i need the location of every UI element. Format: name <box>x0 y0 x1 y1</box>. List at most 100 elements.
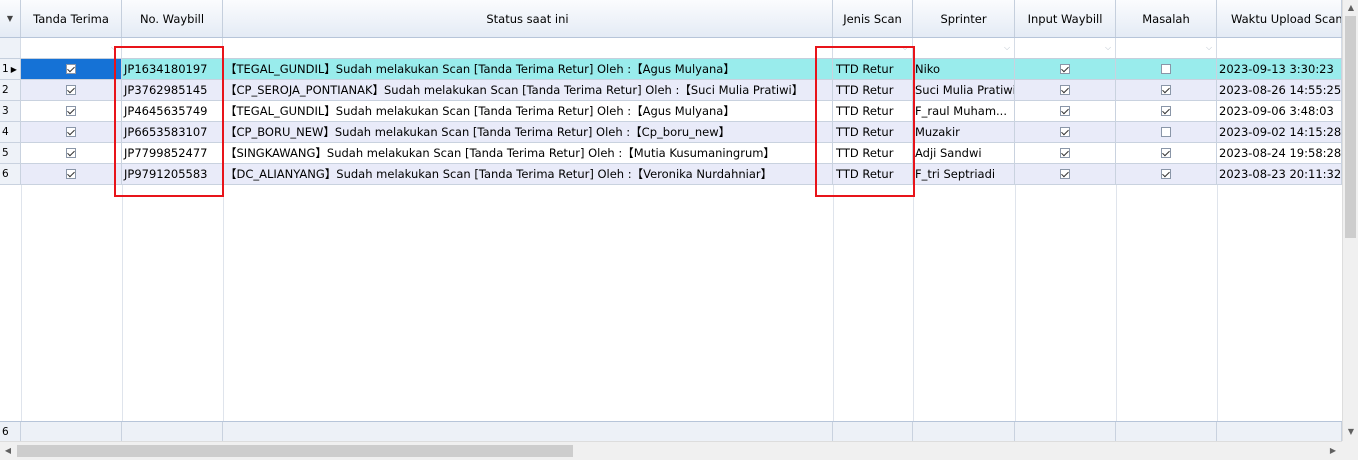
input-waybill-checkbox[interactable] <box>1060 64 1070 74</box>
header-status[interactable]: Status saat ini <box>223 0 833 37</box>
chevron-down-icon[interactable]: ⌵ <box>109 41 119 54</box>
masalah-checkbox[interactable] <box>1161 169 1171 179</box>
row-indicator[interactable]: 4 <box>0 122 21 143</box>
scroll-up-icon[interactable]: ▲ <box>1343 1 1358 15</box>
masalah-checkbox[interactable] <box>1161 127 1171 137</box>
filter-status[interactable] <box>223 38 833 58</box>
header-waktu-upload[interactable]: Waktu Upload Scan <box>1217 0 1342 37</box>
table-row[interactable]: 6 JP9791205583 【DC_ALIANYANG】Sudah melak… <box>0 164 1342 185</box>
input-waybill-checkbox[interactable] <box>1060 106 1070 116</box>
header-no-waybill[interactable]: No. Waybill <box>122 0 223 37</box>
filter-jenis-scan[interactable]: ⌵ <box>833 38 913 58</box>
input-waybill-checkbox[interactable] <box>1060 148 1070 158</box>
header-input-waybill[interactable]: Input Waybill <box>1015 0 1116 37</box>
cell-input-waybill[interactable] <box>1015 164 1116 185</box>
cell-status[interactable]: 【TEGAL_GUNDIL】Sudah melakukan Scan [Tand… <box>223 59 833 80</box>
tanda-terima-checkbox[interactable] <box>66 169 76 179</box>
scroll-down-icon[interactable]: ▼ <box>1343 425 1358 439</box>
cell-jenis-scan[interactable]: TTD Retur <box>833 143 913 164</box>
cell-waktu-upload[interactable]: 2023-09-02 14:15:28 <box>1217 122 1342 143</box>
cell-sprinter[interactable]: F_raul Muham... <box>913 101 1015 122</box>
row-indicator[interactable]: 2 <box>0 80 21 101</box>
cell-status[interactable]: 【CP_SEROJA_PONTIANAK】Sudah melakukan Sca… <box>223 80 833 101</box>
cell-tanda-terima[interactable] <box>21 164 122 185</box>
cell-input-waybill[interactable] <box>1015 143 1116 164</box>
cell-status[interactable]: 【CP_BORU_NEW】Sudah melakukan Scan [Tanda… <box>223 122 833 143</box>
cell-tanda-terima[interactable] <box>21 59 122 80</box>
tanda-terima-checkbox[interactable] <box>66 64 76 74</box>
cell-masalah[interactable] <box>1116 164 1217 185</box>
input-waybill-checkbox[interactable] <box>1060 127 1070 137</box>
row-indicator[interactable]: 1 ▶ <box>0 59 21 80</box>
cell-sprinter[interactable]: Suci Mulia Pratiwi <box>913 80 1015 101</box>
cell-no-waybill[interactable]: JP3762985145 <box>122 80 223 101</box>
column-chooser-button[interactable]: ▼ <box>0 0 21 37</box>
filter-masalah[interactable]: ⌵ <box>1116 38 1217 58</box>
row-indicator[interactable]: 3 <box>0 101 21 122</box>
cell-tanda-terima[interactable] <box>21 80 122 101</box>
chevron-down-icon[interactable]: ⌵ <box>1204 41 1214 54</box>
cell-input-waybill[interactable] <box>1015 80 1116 101</box>
horizontal-scrollbar[interactable]: ◀ ▶ <box>0 441 1342 460</box>
horizontal-scroll-thumb[interactable] <box>17 445 573 457</box>
table-row[interactable]: 3 JP4645635749 【TEGAL_GUNDIL】Sudah melak… <box>0 101 1342 122</box>
masalah-checkbox[interactable] <box>1161 64 1171 74</box>
cell-waktu-upload[interactable]: 2023-09-06 3:48:03 <box>1217 101 1342 122</box>
cell-sprinter[interactable]: F_tri Septriadi <box>913 164 1015 185</box>
header-sprinter[interactable]: Sprinter <box>913 0 1015 37</box>
chevron-down-icon[interactable]: ⌵ <box>900 41 910 54</box>
chevron-down-icon[interactable]: ⌵ <box>1002 41 1012 54</box>
tanda-terima-checkbox[interactable] <box>66 85 76 95</box>
cell-sprinter[interactable]: Adji Sandwi <box>913 143 1015 164</box>
cell-masalah[interactable] <box>1116 143 1217 164</box>
header-masalah[interactable]: Masalah <box>1116 0 1217 37</box>
scroll-left-icon[interactable]: ◀ <box>0 442 16 460</box>
cell-sprinter[interactable]: Niko <box>913 59 1015 80</box>
row-indicator[interactable]: 5 <box>0 143 21 164</box>
table-row[interactable]: 4 JP6653583107 【CP_BORU_NEW】Sudah melaku… <box>0 122 1342 143</box>
masalah-checkbox[interactable] <box>1161 85 1171 95</box>
cell-status[interactable]: 【TEGAL_GUNDIL】Sudah melakukan Scan [Tand… <box>223 101 833 122</box>
cell-tanda-terima[interactable] <box>21 143 122 164</box>
row-indicator[interactable]: 6 <box>0 164 21 185</box>
input-waybill-checkbox[interactable] <box>1060 169 1070 179</box>
filter-no-waybill[interactable] <box>122 38 223 58</box>
chevron-down-icon[interactable]: ⌵ <box>1103 41 1113 54</box>
cell-masalah[interactable] <box>1116 80 1217 101</box>
cell-status[interactable]: 【SINGKAWANG】Sudah melakukan Scan [Tanda … <box>223 143 833 164</box>
cell-input-waybill[interactable] <box>1015 59 1116 80</box>
cell-no-waybill[interactable]: JP4645635749 <box>122 101 223 122</box>
cell-waktu-upload[interactable]: 2023-08-23 20:11:32 <box>1217 164 1342 185</box>
cell-masalah[interactable] <box>1116 122 1217 143</box>
cell-masalah[interactable] <box>1116 59 1217 80</box>
filter-sprinter[interactable]: ⌵ <box>913 38 1015 58</box>
cell-sprinter[interactable]: Muzakir <box>913 122 1015 143</box>
filter-waktu-upload[interactable] <box>1217 38 1342 58</box>
cell-no-waybill[interactable]: JP6653583107 <box>122 122 223 143</box>
cell-jenis-scan[interactable]: TTD Retur <box>833 164 913 185</box>
cell-jenis-scan[interactable]: TTD Retur <box>833 59 913 80</box>
cell-status[interactable]: 【DC_ALIANYANG】Sudah melakukan Scan [Tand… <box>223 164 833 185</box>
cell-jenis-scan[interactable]: TTD Retur <box>833 122 913 143</box>
masalah-checkbox[interactable] <box>1161 148 1171 158</box>
masalah-checkbox[interactable] <box>1161 106 1171 116</box>
filter-input-waybill[interactable]: ⌵ <box>1015 38 1116 58</box>
cell-waktu-upload[interactable]: 2023-09-13 3:30:23 <box>1217 59 1342 80</box>
header-jenis-scan[interactable]: Jenis Scan <box>833 0 913 37</box>
header-tanda-terima[interactable]: Tanda Terima <box>21 0 122 37</box>
tanda-terima-checkbox[interactable] <box>66 148 76 158</box>
table-row[interactable]: 2 JP3762985145 【CP_SEROJA_PONTIANAK】Suda… <box>0 80 1342 101</box>
tanda-terima-checkbox[interactable] <box>66 106 76 116</box>
cell-tanda-terima[interactable] <box>21 122 122 143</box>
cell-masalah[interactable] <box>1116 101 1217 122</box>
cell-no-waybill[interactable]: JP9791205583 <box>122 164 223 185</box>
cell-no-waybill[interactable]: JP7799852477 <box>122 143 223 164</box>
cell-waktu-upload[interactable]: 2023-08-24 19:58:28 <box>1217 143 1342 164</box>
cell-jenis-scan[interactable]: TTD Retur <box>833 80 913 101</box>
table-row[interactable]: 5 JP7799852477 【SINGKAWANG】Sudah melakuk… <box>0 143 1342 164</box>
cell-no-waybill[interactable]: JP1634180197 <box>122 59 223 80</box>
filter-tanda-terima[interactable]: ⌵ <box>21 38 122 58</box>
scroll-right-icon[interactable]: ▶ <box>1325 442 1341 460</box>
cell-jenis-scan[interactable]: TTD Retur <box>833 101 913 122</box>
cell-input-waybill[interactable] <box>1015 101 1116 122</box>
